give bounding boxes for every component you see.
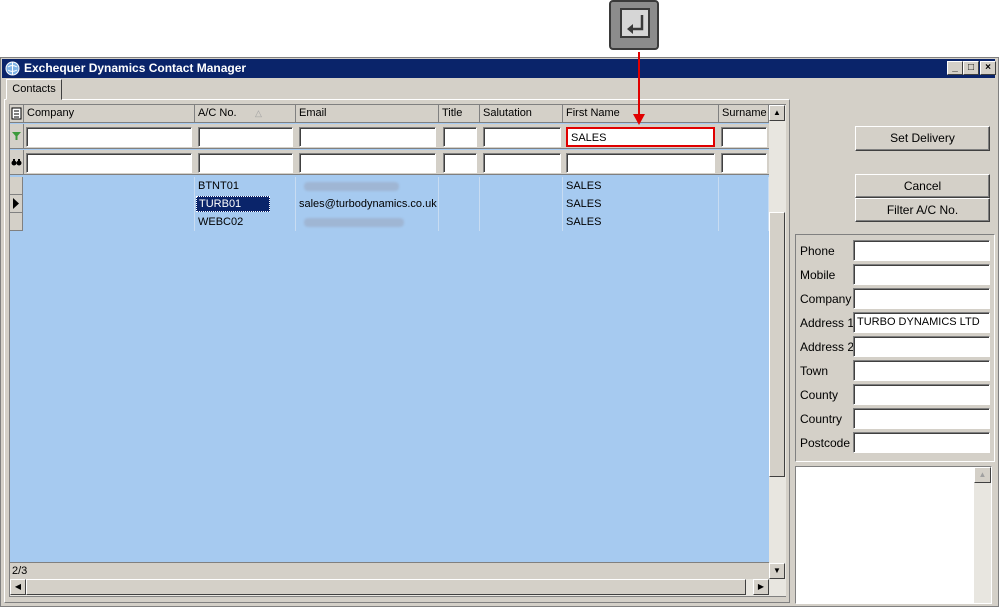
- filter-row: SALES: [10, 124, 769, 149]
- table-cell-title[interactable]: [439, 195, 480, 213]
- town-label: Town: [800, 364, 829, 378]
- table-cell-first-name[interactable]: SALES: [563, 177, 719, 195]
- cancel-button[interactable]: Cancel: [855, 174, 990, 198]
- filter-first-name-input[interactable]: SALES: [566, 127, 715, 147]
- table-cell-company[interactable]: [24, 213, 195, 231]
- address1-field[interactable]: TURBO DYNAMICS LTD: [853, 312, 990, 333]
- mobile-label: Mobile: [800, 268, 836, 282]
- table-cell-salutation[interactable]: [480, 213, 563, 231]
- column-header-title[interactable]: Title: [439, 105, 480, 123]
- table-cell-title[interactable]: [439, 177, 480, 195]
- table-cell-ac-no[interactable]: BTNT01: [195, 177, 296, 195]
- scroll-up-button[interactable]: ▲: [769, 105, 785, 121]
- county-label: County: [800, 388, 839, 402]
- phone-label: Phone: [800, 244, 835, 258]
- notes-scroll-up-button[interactable]: ▲: [974, 467, 991, 483]
- county-field[interactable]: [853, 384, 990, 405]
- filter-ac-no-input[interactable]: [198, 127, 293, 147]
- window-title: Exchequer Dynamics Contact Manager: [24, 61, 247, 75]
- column-header-ac-no[interactable]: A/C No. △: [195, 105, 296, 123]
- app-globe-icon: [5, 61, 20, 76]
- scroll-down-button[interactable]: ▼: [769, 563, 785, 579]
- grid-options-icon[interactable]: [10, 105, 24, 123]
- tab-contacts[interactable]: Contacts: [6, 79, 62, 100]
- country-label: Country: [800, 412, 843, 426]
- column-header-email[interactable]: Email: [296, 105, 439, 123]
- enter-key-icon: [609, 0, 659, 50]
- horizontal-scrollbar[interactable]: ◀ ▶: [10, 579, 786, 596]
- table-cell-email-redacted[interactable]: [296, 213, 439, 231]
- filter-salutation-input[interactable]: [483, 127, 561, 147]
- table-cell-email-redacted[interactable]: [296, 177, 439, 195]
- phone-field[interactable]: [853, 240, 990, 261]
- row-indicator[interactable]: [10, 177, 23, 195]
- address1-label: Address 1: [800, 316, 855, 330]
- country-field[interactable]: [853, 408, 990, 429]
- company-label: Company: [800, 292, 852, 306]
- filter-icon: [10, 124, 24, 149]
- row-indicator-current[interactable]: [10, 195, 23, 213]
- maximize-button[interactable]: □: [963, 61, 979, 75]
- search-surname-input[interactable]: [721, 153, 767, 173]
- table-cell-salutation[interactable]: [480, 177, 563, 195]
- table-cell-surname[interactable]: [719, 177, 769, 195]
- vertical-scroll-thumb[interactable]: [769, 212, 785, 477]
- search-company-input[interactable]: [26, 153, 192, 173]
- table-cell-surname[interactable]: [719, 213, 769, 231]
- binoculars-icon: [10, 150, 24, 175]
- search-salutation-input[interactable]: [483, 153, 561, 173]
- set-delivery-button[interactable]: Set Delivery: [855, 126, 990, 151]
- company-field[interactable]: [853, 288, 990, 309]
- search-first-name-input[interactable]: [566, 153, 715, 173]
- horizontal-scroll-thumb[interactable]: [26, 579, 746, 595]
- postcode-label: Postcode: [800, 436, 851, 450]
- table-cell-company[interactable]: [24, 195, 195, 213]
- search-title-input[interactable]: [443, 153, 477, 173]
- search-row: [10, 150, 769, 175]
- table-cell-salutation[interactable]: [480, 195, 563, 213]
- contacts-grid[interactable]: Company A/C No. △ Email Title Salutation…: [9, 104, 786, 597]
- notes-scrollbar[interactable]: ▲: [974, 467, 991, 603]
- table-cell-first-name[interactable]: SALES: [563, 213, 719, 231]
- table-cell-first-name[interactable]: SALES: [563, 195, 719, 213]
- filter-title-input[interactable]: [443, 127, 477, 147]
- filter-company-input[interactable]: [26, 127, 192, 147]
- address2-field[interactable]: [853, 336, 990, 357]
- column-header-surname[interactable]: Surname: [719, 105, 769, 123]
- search-ac-no-input[interactable]: [198, 153, 293, 173]
- filter-ac-no-button[interactable]: Filter A/C No.: [855, 198, 990, 222]
- table-cell-title[interactable]: [439, 213, 480, 231]
- search-email-input[interactable]: [299, 153, 436, 173]
- mobile-field[interactable]: [853, 264, 990, 285]
- table-cell-surname[interactable]: [719, 195, 769, 213]
- vertical-scrollbar[interactable]: ▲ ▼: [769, 105, 786, 579]
- table-cell-email[interactable]: sales@turbodynamics.co.uk: [296, 195, 439, 213]
- postcode-field[interactable]: [853, 432, 990, 453]
- scroll-left-button[interactable]: ◀: [10, 579, 26, 595]
- sort-ascending-icon: △: [255, 108, 262, 118]
- column-header-salutation[interactable]: Salutation: [480, 105, 563, 123]
- address2-label: Address 2: [800, 340, 855, 354]
- town-field[interactable]: [853, 360, 990, 381]
- notes-memo[interactable]: ▲: [795, 466, 992, 604]
- column-header-first-name[interactable]: First Name: [563, 105, 719, 123]
- current-row-icon: [13, 198, 19, 209]
- title-bar[interactable]: Exchequer Dynamics Contact Manager _ □ ×: [2, 59, 996, 78]
- minimize-button[interactable]: _: [947, 61, 963, 75]
- column-header-company[interactable]: Company: [24, 105, 195, 123]
- selected-ac-no: TURB01: [196, 196, 271, 212]
- table-cell-ac-no[interactable]: WEBC02: [195, 213, 296, 231]
- filter-email-input[interactable]: [299, 127, 436, 147]
- table-cell-company[interactable]: [24, 177, 195, 195]
- column-header-ac-no-label: A/C No.: [198, 107, 237, 119]
- record-count-status: 2/3: [10, 562, 769, 579]
- close-button[interactable]: ×: [980, 61, 996, 75]
- scroll-right-button[interactable]: ▶: [753, 579, 769, 595]
- row-indicator[interactable]: [10, 213, 23, 231]
- filter-surname-input[interactable]: [721, 127, 767, 147]
- table-cell-ac-no-selected[interactable]: TURB01: [195, 195, 296, 213]
